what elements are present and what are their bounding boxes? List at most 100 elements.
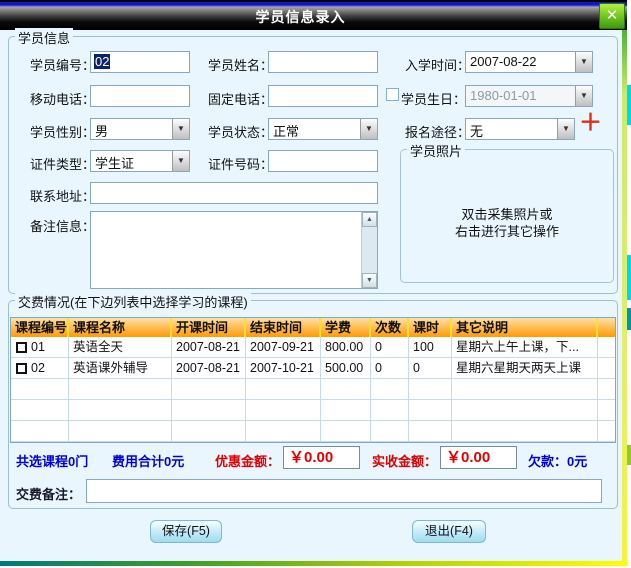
course-note: 星期六星期天两天上课 [452,358,598,379]
course-start: 2007-08-21 [172,358,246,379]
screen: 学员信息录入 ✕ 学员信息 学员编号： 02 学员姓名： 入学时间： 2007-… [0,0,631,568]
header-filler [598,318,615,337]
course-id: 02 [31,361,45,375]
window-title: 学员信息录入 [0,7,601,27]
mobile-phone-input[interactable] [90,85,190,107]
background-fragment [627,255,631,300]
scroll-down-icon[interactable]: ▼ [362,273,377,288]
header-times: 次数 [371,318,409,337]
id-number-label: 证件号码： [208,154,273,173]
enroll-date-value: 2007-08-22 [470,54,574,69]
pay-remark-label: 交费备注： [16,484,81,503]
save-button[interactable]: 保存(F5) [150,520,222,543]
plus-icon[interactable]: ＋ [579,111,602,134]
chevron-down-icon[interactable]: ▼ [575,52,592,72]
address-label: 联系地址： [30,186,95,205]
received-input[interactable]: ￥0.00 [440,446,517,469]
course-hours: 0 [409,358,452,379]
student-info-group-title: 学员信息 [15,28,73,47]
total-fee-summary: 费用合计0元 [112,451,184,470]
debt-summary: 欠款：0元 [528,451,587,470]
header-start-date: 开课时间 [172,318,246,337]
id-type-combo[interactable]: 学生证 ▼ [90,150,190,172]
fixed-phone-input[interactable] [268,85,378,107]
chevron-down-icon[interactable]: ▼ [172,119,189,139]
exit-button[interactable]: 退出(F4) [412,520,486,543]
chevron-down-icon[interactable]: ▼ [575,86,592,106]
gender-label: 学员性别： [30,122,95,141]
background-fragment [627,85,631,125]
channel-combo[interactable]: 无 ▼ [465,118,575,140]
student-id-label: 学员编号： [30,55,95,74]
header-fee: 学费 [321,318,371,337]
selected-courses-summary: 共选课程0门 [16,451,88,470]
dialog-right-border [622,30,627,562]
dialog-bottom-border [0,561,627,566]
birthday-checkbox[interactable] [386,88,399,101]
background-fragment [627,445,631,465]
course-name: 英语课外辅导 [69,358,172,379]
student-id-input[interactable]: 02 [90,51,190,73]
enroll-date-combo[interactable]: 2007-08-22 ▼ [465,51,593,73]
title-bar[interactable]: 学员信息录入 ✕ [0,0,627,30]
status-value: 正常 [273,121,359,140]
course-table: 课程编号 课程名称 开课时间 结束时间 学费 次数 课时 其它说明 01 英语全… [10,317,616,443]
status-combo[interactable]: 正常 ▼ [268,118,378,140]
course-end: 2007-09-21 [246,337,321,358]
student-id-value: 02 [94,54,110,69]
table-row[interactable]: 01 英语全天 2007-08-21 2007-09-21 800.00 0 1… [11,337,615,358]
course-fee: 800.00 [321,337,371,358]
course-name: 英语全天 [69,337,172,358]
remark-label: 备注信息： [30,216,95,235]
photo-group-title: 学员照片 [407,141,465,160]
channel-value: 无 [470,121,556,140]
remark-textarea[interactable]: ▲ ▼ [90,211,378,289]
gender-combo[interactable]: 男 ▼ [90,118,190,140]
birthday-value: 1980-01-01 [470,88,574,103]
table-row-empty [11,421,615,442]
course-hours: 100 [409,337,452,358]
background-fragment [627,308,631,330]
received-label: 实收金额： [372,451,437,470]
chevron-down-icon[interactable]: ▼ [557,119,574,139]
fixed-phone-label: 固定电话： [208,89,273,108]
scroll-up-icon[interactable]: ▲ [362,212,377,227]
course-times: 0 [371,358,409,379]
remark-scrollbar[interactable]: ▲ ▼ [361,212,377,288]
student-entry-dialog: 学员信息录入 ✕ 学员信息 学员编号： 02 学员姓名： 入学时间： 2007-… [0,0,627,566]
id-number-input[interactable] [268,150,378,172]
course-end: 2007-10-21 [246,358,321,379]
student-name-input[interactable] [268,51,378,73]
discount-input[interactable]: ￥0.00 [283,446,360,469]
close-button[interactable]: ✕ [599,3,625,29]
channel-label: 报名途径： [405,122,470,141]
birthday-label: 学员生日： [401,89,466,108]
chevron-down-icon[interactable]: ▼ [172,151,189,171]
close-icon: ✕ [606,7,619,24]
table-row[interactable]: 02 英语课外辅导 2007-08-21 2007-10-21 500.00 0… [11,358,615,379]
photo-group[interactable]: 学员照片 双击采集照片或 右击进行其它操作 [400,149,614,283]
birthday-combo[interactable]: 1980-01-01 ▼ [465,85,593,107]
header-course-name: 课程名称 [69,318,172,337]
chevron-down-icon[interactable]: ▼ [360,119,377,139]
course-fee: 500.00 [321,358,371,379]
payment-group-title: 交费情况(在下边列表中选择学习的课程) [15,292,251,311]
enroll-date-label: 入学时间： [405,55,470,74]
photo-hint-line2: 右击进行其它操作 [401,221,613,240]
course-note: 星期六上午上课，下... [452,337,598,358]
course-start: 2007-08-21 [172,337,246,358]
id-type-label: 证件类型： [30,154,95,173]
student-name-label: 学员姓名： [208,55,273,74]
address-input[interactable] [90,182,378,204]
gender-value: 男 [95,121,171,140]
id-type-value: 学生证 [95,153,171,172]
course-id: 01 [31,340,45,354]
header-course-id: 课程编号 [11,318,69,337]
table-row-empty [11,379,615,400]
course-checkbox[interactable] [16,342,27,353]
status-label: 学员状态： [208,122,273,141]
pay-remark-input[interactable] [86,479,602,503]
mobile-phone-label: 移动电话： [30,89,95,108]
course-checkbox[interactable] [16,363,27,374]
course-table-header: 课程编号 课程名称 开课时间 结束时间 学费 次数 课时 其它说明 [11,318,615,337]
